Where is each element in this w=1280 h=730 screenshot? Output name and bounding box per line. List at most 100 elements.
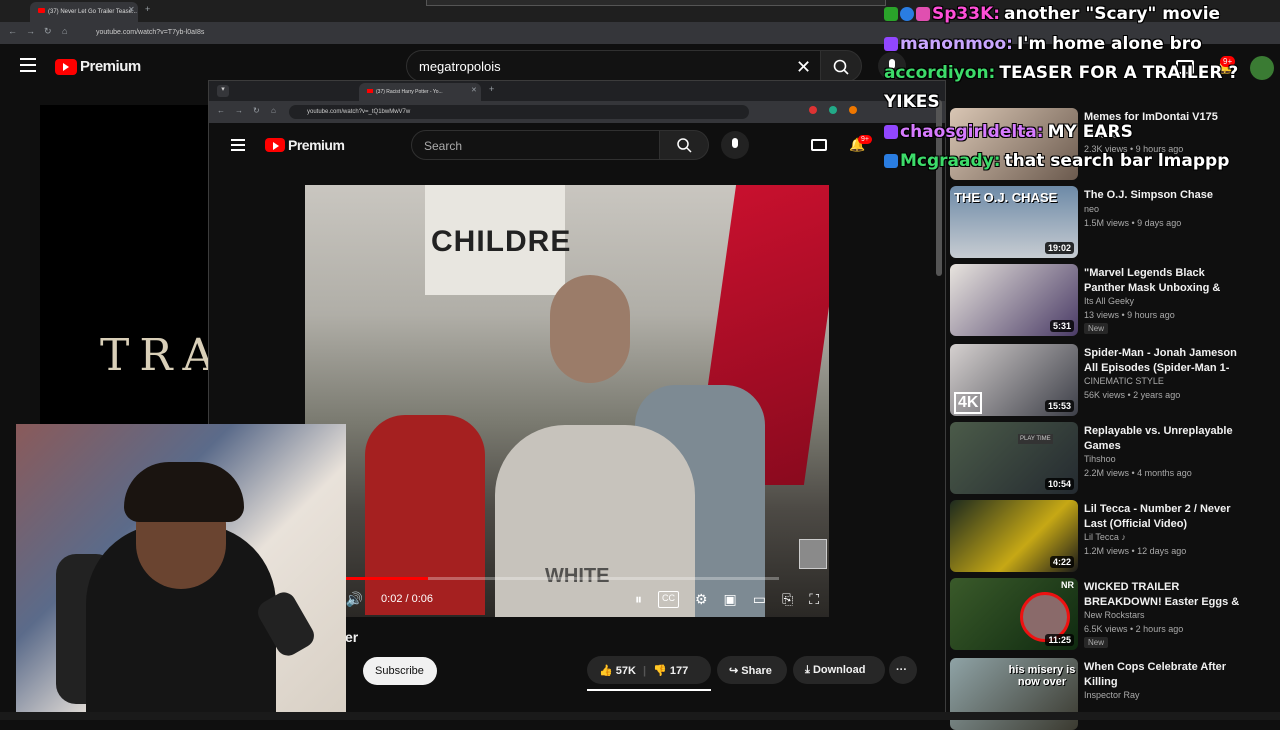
recommendations-sidebar: Memes for ImDontai V175 ImDontai 2.3K vi… [946, 100, 1280, 730]
outer-video-player[interactable]: TRA [40, 105, 220, 425]
volume-icon[interactable]: 🔊 [346, 591, 363, 608]
autoplay-toggle[interactable]: ⏸ [635, 591, 642, 608]
theater-mode-icon[interactable]: ▭ [753, 591, 766, 608]
like-count: 57K [615, 665, 636, 677]
reload-icon[interactable]: ↻ [44, 26, 52, 37]
recommendation-title: WICKED TRAILER BREAKDOWN! Easter Eggs & … [1084, 581, 1240, 608]
recommendation-title: "Marvel Legends Black Panther Mask Unbox… [1084, 267, 1221, 294]
fullscreen-icon[interactable]: ⛶ [809, 591, 819, 608]
extension-icon[interactable] [809, 106, 817, 114]
globe-badge-icon [900, 7, 914, 21]
share-button[interactable]: ↪ Share [717, 656, 787, 684]
back-icon[interactable]: ← [8, 26, 17, 36]
chat-message: manonmoo: I'm home alone bro [884, 34, 1202, 54]
outer-browser-tab[interactable]: (37) Never Let Go Trailer Tease... [30, 2, 138, 22]
recommendation-item[interactable]: NR 11:25 WICKED TRAILER BREAKDOWN! Easte… [950, 574, 1270, 650]
youtube-logo-icon [265, 138, 285, 152]
thumbs-down-icon: 👎 [653, 665, 667, 677]
recommendation-item[interactable]: THE O.J. CHASE 19:02 The O.J. Simpson Ch… [950, 182, 1270, 258]
outer-url-field[interactable]: youtube.com/watch?v=T7yb-l0aI8s [82, 26, 602, 40]
subscribe-button[interactable]: Subscribe [363, 657, 437, 685]
outer-video-title-letters: TRA [100, 330, 225, 381]
recommendation-item[interactable]: 5:31 "Marvel Legends Black Panther Mask … [950, 260, 1270, 336]
voice-search-icon[interactable] [721, 131, 749, 159]
outer-search-input[interactable]: megatropolois [406, 50, 822, 82]
miniplayer-icon[interactable]: ▣ [724, 591, 737, 608]
captions-icon[interactable]: CC [657, 590, 679, 608]
chat-text: that search bar lmappp [1004, 151, 1230, 171]
recommendation-item[interactable]: 4K 15:53 Spider-Man - Jonah Jameson All … [950, 340, 1270, 416]
recommendation-channel: Tihshoo [1084, 454, 1116, 464]
inner-search-input[interactable]: Search [411, 130, 661, 160]
inner-search-button[interactable] [659, 130, 709, 160]
video-thumbnail: 4:22 [950, 500, 1078, 572]
thumbnail-text: NR [1061, 580, 1074, 590]
thumbnail-text: 4K [954, 392, 983, 414]
search-icon [833, 59, 849, 75]
chat-username: manonmoo: [900, 34, 1013, 54]
menu-icon[interactable] [231, 139, 245, 151]
extension-icon[interactable] [849, 106, 857, 114]
forward-icon[interactable]: → [235, 106, 243, 115]
duration-badge: 10:54 [1044, 478, 1074, 490]
new-badge: New [1084, 637, 1109, 648]
outer-search-button[interactable] [820, 50, 862, 82]
outer-tab-title: (37) Never Let Go Trailer Tease... [48, 9, 137, 15]
dislike-button[interactable]: 👎 177 [653, 665, 688, 677]
tab-search-icon[interactable]: ▾ [217, 85, 229, 97]
like-ratio-bar [587, 689, 711, 691]
inner-url-field[interactable]: youtube.com/watch?v=_tQ1bwMwV7w [289, 105, 749, 119]
recommendation-title: When Cops Celebrate After Killing [1084, 661, 1227, 688]
new-tab-icon[interactable]: + [145, 4, 150, 14]
thumbs-up-icon: 👍 [599, 665, 613, 677]
recommendation-item[interactable]: PLAY TIME 10:54 Replayable vs. Unreplaya… [950, 418, 1270, 494]
reload-icon[interactable]: ↻ [253, 106, 260, 115]
recommendation-title: The O.J. Simpson Chase [1084, 189, 1213, 201]
cast-icon[interactable]: ⎘ [782, 591, 793, 608]
recommendation-meta: 1.2M views • 12 days ago [1084, 546, 1187, 556]
youtube-premium-logo[interactable]: Premium [55, 58, 141, 75]
video-title: er [345, 629, 359, 645]
search-icon [677, 138, 692, 153]
video-thumbnail-preview [799, 539, 827, 569]
home-icon[interactable]: ⌂ [62, 26, 67, 36]
clear-search-icon[interactable]: ✕ [796, 57, 811, 78]
forward-icon[interactable]: → [26, 26, 35, 36]
more-actions-button[interactable]: ··· [889, 656, 917, 684]
inner-browser-tab[interactable]: (37) Racist Harry Potter - Yo... [359, 83, 481, 101]
sub-badge-icon [884, 125, 898, 139]
recommendation-item[interactable]: 4:22 Lil Tecca - Number 2 / Never Last (… [950, 496, 1270, 572]
main-person: WHITE [495, 275, 695, 617]
back-icon[interactable]: ← [217, 106, 225, 115]
recommendation-channel: Its All Geeky [1084, 296, 1135, 306]
chat-text: YIKES [884, 92, 940, 112]
video-player[interactable]: CHILDRE WHITE [305, 185, 829, 617]
new-tab-icon[interactable]: + [489, 84, 494, 94]
duration-badge: 19:02 [1044, 242, 1074, 254]
duration-badge: 15:53 [1044, 400, 1074, 412]
like-button[interactable]: 👍 57K [599, 665, 636, 677]
home-icon[interactable]: ⌂ [271, 106, 276, 115]
close-tab-icon[interactable]: ✕ [128, 5, 135, 14]
avatar[interactable] [1250, 56, 1274, 80]
chat-text: TEASER FOR A TRAILER ? [999, 63, 1239, 83]
menu-icon[interactable] [20, 58, 36, 72]
duration-badge: 4:22 [1049, 556, 1074, 568]
player-controls: ⏭ 🔊 0:02 / 0:06 ⏸ CC ⚙ ▣ ▭ ⎘ ⛶ [305, 581, 829, 617]
youtube-premium-logo[interactable]: Premium [265, 137, 345, 153]
recommendation-title: Spider-Man - Jonah Jameson All Episodes … [1084, 347, 1237, 374]
chat-text: another "Scary" movie [1004, 4, 1221, 24]
video-thumbnail: THE O.J. CHASE 19:02 [950, 186, 1078, 258]
recommendation-channel: CINEMATIC STYLE [1084, 376, 1164, 386]
chat-username: Sp33K: [932, 4, 1001, 24]
youtube-favicon-icon [38, 8, 45, 13]
thumbnail-text: THE O.J. CHASE [954, 190, 1058, 205]
create-icon[interactable] [811, 139, 827, 151]
download-button[interactable]: ⤓ Download [793, 656, 885, 684]
download-label: Download [812, 664, 866, 676]
video-thumbnail: NR 11:25 [950, 578, 1078, 650]
close-tab-icon[interactable]: ✕ [471, 86, 477, 94]
settings-gear-icon[interactable]: ⚙ [695, 591, 708, 608]
extension-icon[interactable] [829, 106, 837, 114]
like-dislike-group: 👍 57K | 👎 177 [587, 656, 711, 684]
